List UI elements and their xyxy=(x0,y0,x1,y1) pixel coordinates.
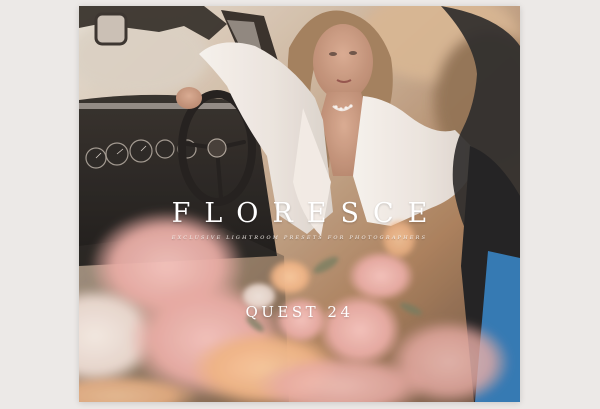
brand-title: FLORESCE xyxy=(171,198,442,229)
preset-cover-image: FLORESCE EXCLUSIVE LIGHTROOM PRESETS FOR… xyxy=(79,6,520,402)
brand-subtitle: EXCLUSIVE LIGHTROOM PRESETS FOR PHOTOGRA… xyxy=(171,235,428,241)
collection-name: QUEST 24 xyxy=(245,303,354,321)
